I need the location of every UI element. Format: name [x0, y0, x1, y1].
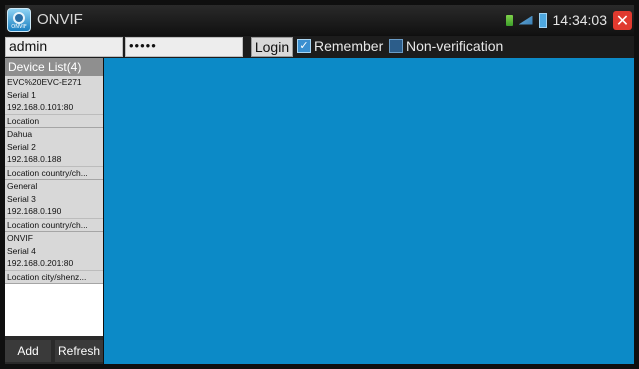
- device-list-panel: Device List(4) EVC%20EVC-E271 Serial 1 1…: [5, 58, 103, 364]
- app-icon-text: ONVIF: [11, 24, 27, 30]
- device-name: ONVIF: [7, 233, 33, 243]
- device-list-actions: Add Refresh: [5, 336, 103, 364]
- device-address: 192.168.0.101:80: [7, 102, 74, 112]
- device-serial: Serial 1: [7, 89, 36, 100]
- device-serial: Serial 3: [7, 193, 36, 204]
- close-icon[interactable]: ✕: [613, 10, 632, 30]
- device-address: 192.168.0.190: [7, 206, 62, 216]
- password-field[interactable]: •••••: [125, 37, 243, 57]
- device-location: Location city/shenz...: [5, 269, 103, 284]
- device-location: Location country/ch...: [5, 217, 103, 232]
- remember-checkbox[interactable]: ✓: [297, 39, 311, 53]
- device-name: General: [7, 181, 38, 191]
- device-item-1[interactable]: EVC%20EVC-E271 Serial 1 192.168.0.101:80…: [5, 76, 103, 128]
- remember-label: Remember: [314, 38, 384, 54]
- add-device-button[interactable]: Add: [5, 340, 51, 362]
- onvif-app-icon: ONVIF: [7, 8, 31, 32]
- device-serial: Serial 2: [7, 141, 36, 152]
- device-item-2[interactable]: Dahua Serial 2 192.168.0.188 Location co…: [5, 128, 103, 180]
- video-preview-area[interactable]: [104, 58, 634, 364]
- device-list-header: Device List(4): [5, 58, 103, 76]
- title-bar: ONVIF ONVIF 14:34:03 ✕: [5, 5, 634, 35]
- device-address: 192.168.0.188: [7, 154, 62, 164]
- non-verification-label: Non-verification: [406, 38, 504, 54]
- device-address: 192.168.0.201:80: [7, 258, 74, 268]
- device-location: Location country/ch...: [5, 165, 103, 180]
- device-location: Location: [5, 113, 103, 128]
- device-item-4[interactable]: ONVIF Serial 4 192.168.0.201:80 Location…: [5, 232, 103, 284]
- device-item-3[interactable]: General Serial 3 192.168.0.190 Location …: [5, 180, 103, 232]
- app-title: ONVIF: [37, 11, 83, 28]
- username-field[interactable]: admin: [5, 37, 123, 57]
- non-verification-checkbox[interactable]: [389, 39, 403, 53]
- device-screen: ONVIF ONVIF 14:34:03 ✕ admin ••••• Login…: [0, 0, 639, 369]
- camera-lens-icon: [13, 12, 25, 24]
- login-toolbar: admin ••••• Login ✓ Remember Non-verific…: [5, 36, 634, 58]
- sim-signal-icon: [505, 14, 513, 26]
- device-name: Dahua: [7, 129, 33, 139]
- battery-icon: [538, 12, 547, 28]
- device-serial: Serial 4: [7, 245, 36, 256]
- device-name: EVC%20EVC-E271: [7, 77, 82, 87]
- login-button[interactable]: Login: [251, 37, 293, 57]
- wifi-icon: [518, 15, 533, 25]
- refresh-button[interactable]: Refresh: [55, 340, 103, 362]
- status-area: 14:34:03 ✕: [505, 5, 635, 35]
- status-clock: 14:34:03: [552, 12, 608, 28]
